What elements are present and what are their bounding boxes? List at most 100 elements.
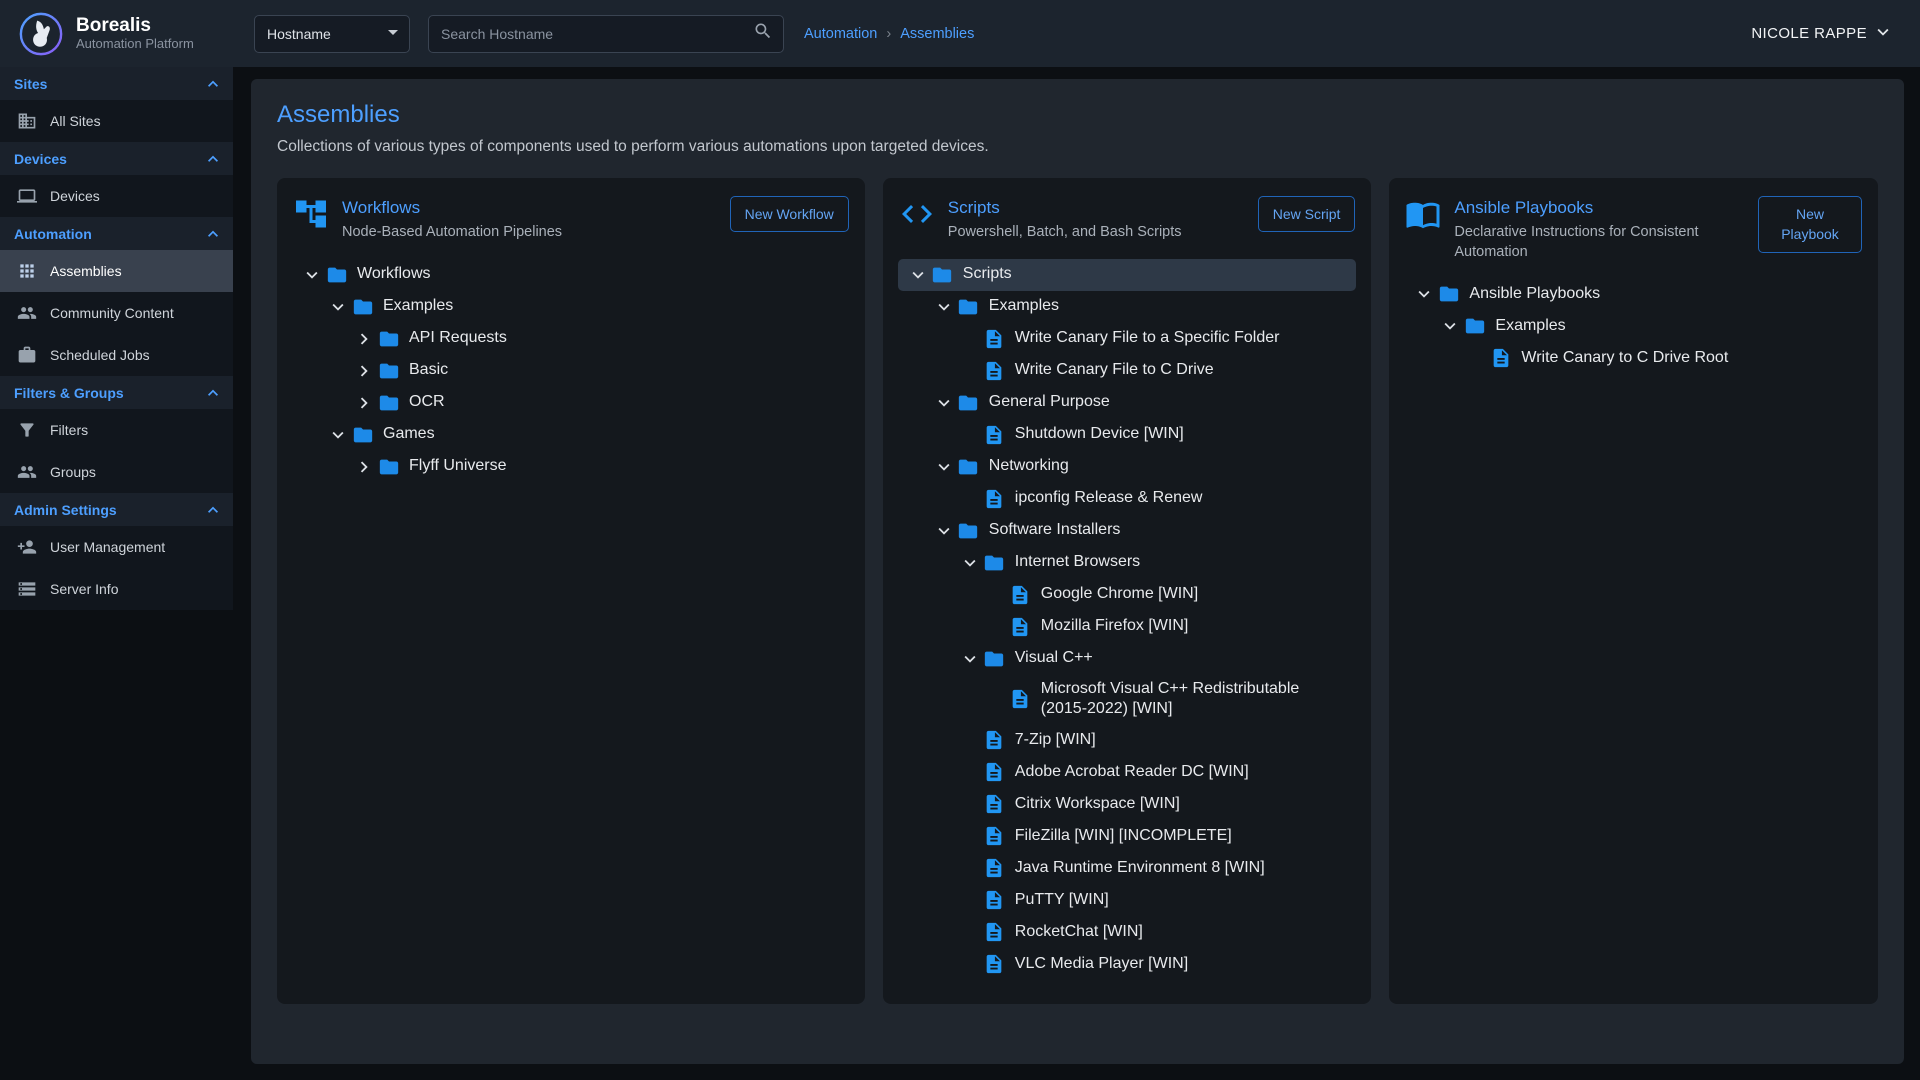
- file-icon: [982, 952, 1007, 976]
- search-input[interactable]: [441, 26, 753, 42]
- tree-row-write-canary-file-to-c-drive[interactable]: Write Canary File to C Drive: [898, 355, 1357, 387]
- tree-row-flyff-universe[interactable]: Flyff Universe: [292, 451, 850, 483]
- tree-label: API Requests: [409, 324, 507, 353]
- tree-row-putty-win[interactable]: PuTTY [WIN]: [898, 884, 1357, 916]
- tree-row-ocr[interactable]: OCR: [292, 387, 850, 419]
- chevron-up-icon: [203, 74, 223, 94]
- brand-name: Borealis: [76, 15, 194, 37]
- caret-down-icon: [381, 20, 405, 47]
- sidebar-section-automation[interactable]: Automation: [0, 217, 233, 250]
- tree-row-mozilla-firefox-win[interactable]: Mozilla Firefox [WIN]: [898, 611, 1357, 643]
- breadcrumb-assemblies[interactable]: Assemblies: [900, 26, 974, 42]
- sidebar-item-filters[interactable]: Filters: [0, 409, 233, 451]
- breadcrumb-separator: ›: [886, 26, 891, 42]
- new-script-button[interactable]: New Script: [1258, 196, 1356, 232]
- tree-row-api-requests[interactable]: API Requests: [292, 323, 850, 355]
- sidebar-item-assemblies[interactable]: Assemblies: [0, 250, 233, 292]
- assemblies-panel: Assemblies Collections of various types …: [251, 79, 1904, 1064]
- brand: Borealis Automation Platform: [18, 11, 240, 57]
- new-playbook-button[interactable]: New Playbook: [1758, 196, 1862, 253]
- tree-chevron-spacer: [958, 487, 982, 511]
- tree-row-citrix-workspace-win[interactable]: Citrix Workspace [WIN]: [898, 788, 1357, 820]
- tree-row-ipconfig-release-renew[interactable]: ipconfig Release & Renew: [898, 483, 1357, 515]
- tree-label: Citrix Workspace [WIN]: [1015, 790, 1180, 819]
- chevron-right-icon: [352, 391, 376, 415]
- tree-row-networking[interactable]: Networking: [898, 451, 1357, 483]
- sidebar-section-filters-groups[interactable]: Filters & Groups: [0, 376, 233, 409]
- chevron-down-icon: [1438, 314, 1462, 338]
- tree-row-write-canary-to-c-drive-root[interactable]: Write Canary to C Drive Root: [1404, 342, 1863, 374]
- chevron-down-icon: [932, 391, 956, 415]
- sidebar-item-label: User Management: [50, 539, 165, 555]
- breadcrumb-automation[interactable]: Automation: [804, 26, 877, 42]
- tree-label: Basic: [409, 356, 448, 385]
- code-icon: [899, 196, 935, 232]
- chevron-down-icon: [906, 263, 930, 287]
- server-icon: [17, 579, 37, 599]
- tree-row-rocketchat-win[interactable]: RocketChat [WIN]: [898, 916, 1357, 948]
- tree-row-examples[interactable]: Examples: [1404, 310, 1863, 342]
- sidebar-section-sites[interactable]: Sites: [0, 67, 233, 100]
- sidebar-item-user-management[interactable]: User Management: [0, 526, 233, 568]
- tree-row-7-zip-win[interactable]: 7-Zip [WIN]: [898, 724, 1357, 756]
- tree-chevron-spacer: [958, 760, 982, 784]
- sidebar-item-all-sites[interactable]: All Sites: [0, 100, 233, 142]
- tree-row-microsoft-visual-c-redistributable-2015-2022-win[interactable]: Microsoft Visual C++ Redistributable (20…: [898, 675, 1357, 725]
- tree-row-filezilla-win-incomplete[interactable]: FileZilla [WIN] [INCOMPLETE]: [898, 820, 1357, 852]
- user-name: NICOLE RAPPE: [1751, 25, 1867, 42]
- tree-row-shutdown-device-win[interactable]: Shutdown Device [WIN]: [898, 419, 1357, 451]
- file-icon: [1008, 615, 1033, 639]
- sidebar-section-devices[interactable]: Devices: [0, 142, 233, 175]
- folder-icon: [376, 391, 401, 415]
- tree-row-vlc-media-player-win[interactable]: VLC Media Player [WIN]: [898, 948, 1357, 980]
- tree-row-general-purpose[interactable]: General Purpose: [898, 387, 1357, 419]
- tree-label: PuTTY [WIN]: [1015, 886, 1109, 915]
- card-ansible-playbooks: Ansible PlaybooksDeclarative Instruction…: [1389, 178, 1878, 1004]
- tree-row-examples[interactable]: Examples: [292, 291, 850, 323]
- sidebar-item-server-info[interactable]: Server Info: [0, 568, 233, 610]
- sidebar-item-groups[interactable]: Groups: [0, 451, 233, 493]
- tree-row-workflows[interactable]: Workflows: [292, 259, 850, 291]
- tree-label: Write Canary File to C Drive: [1015, 356, 1214, 385]
- sidebar-item-devices[interactable]: Devices: [0, 175, 233, 217]
- file-icon: [982, 760, 1007, 784]
- tree-label: Shutdown Device [WIN]: [1015, 420, 1184, 449]
- file-icon: [1488, 346, 1513, 370]
- tree-row-internet-browsers[interactable]: Internet Browsers: [898, 547, 1357, 579]
- chevron-right-icon: [352, 359, 376, 383]
- tree-chevron-spacer: [958, 824, 982, 848]
- tree-row-software-installers[interactable]: Software Installers: [898, 515, 1357, 547]
- user-menu[interactable]: NICOLE RAPPE: [1751, 21, 1894, 47]
- tree-label: Workflows: [357, 260, 431, 289]
- tree-label: 7-Zip [WIN]: [1015, 726, 1096, 755]
- page-title: Assemblies: [277, 101, 1878, 129]
- tree-row-visual-c[interactable]: Visual C++: [898, 643, 1357, 675]
- tree-row-examples[interactable]: Examples: [898, 291, 1357, 323]
- tree-label: Networking: [989, 452, 1069, 481]
- tree-row-google-chrome-win[interactable]: Google Chrome [WIN]: [898, 579, 1357, 611]
- tree-row-write-canary-file-to-a-specific-folder[interactable]: Write Canary File to a Specific Folder: [898, 323, 1357, 355]
- sidebar-item-scheduled-jobs[interactable]: Scheduled Jobs: [0, 334, 233, 376]
- chevron-down-icon: [932, 455, 956, 479]
- tree-chevron-spacer: [958, 888, 982, 912]
- tree-chevron-spacer: [958, 359, 982, 383]
- sidebar-section-admin-settings[interactable]: Admin Settings: [0, 493, 233, 526]
- breadcrumb: Automation › Assemblies: [804, 26, 974, 42]
- tree-row-basic[interactable]: Basic: [292, 355, 850, 387]
- tree-label: Examples: [1495, 312, 1565, 341]
- tree-row-games[interactable]: Games: [292, 419, 850, 451]
- tree-row-adobe-acrobat-reader-dc-win[interactable]: Adobe Acrobat Reader DC [WIN]: [898, 756, 1357, 788]
- tree-row-java-runtime-environment-8-win[interactable]: Java Runtime Environment 8 [WIN]: [898, 852, 1357, 884]
- tree-row-ansible-playbooks[interactable]: Ansible Playbooks: [1404, 278, 1863, 310]
- new-workflow-button[interactable]: New Workflow: [730, 196, 849, 232]
- chevron-down-icon: [932, 519, 956, 543]
- folder-icon: [956, 295, 981, 319]
- page-description: Collections of various types of componen…: [277, 138, 1878, 156]
- tree-chevron-spacer: [984, 687, 1008, 711]
- sidebar-item-community-content[interactable]: Community Content: [0, 292, 233, 334]
- tree-row-scripts[interactable]: Scripts: [898, 259, 1357, 291]
- chevron-down-icon: [1412, 282, 1436, 306]
- folder-icon: [982, 647, 1007, 671]
- hostname-dropdown[interactable]: Hostname: [254, 15, 410, 53]
- folder-icon: [376, 327, 401, 351]
